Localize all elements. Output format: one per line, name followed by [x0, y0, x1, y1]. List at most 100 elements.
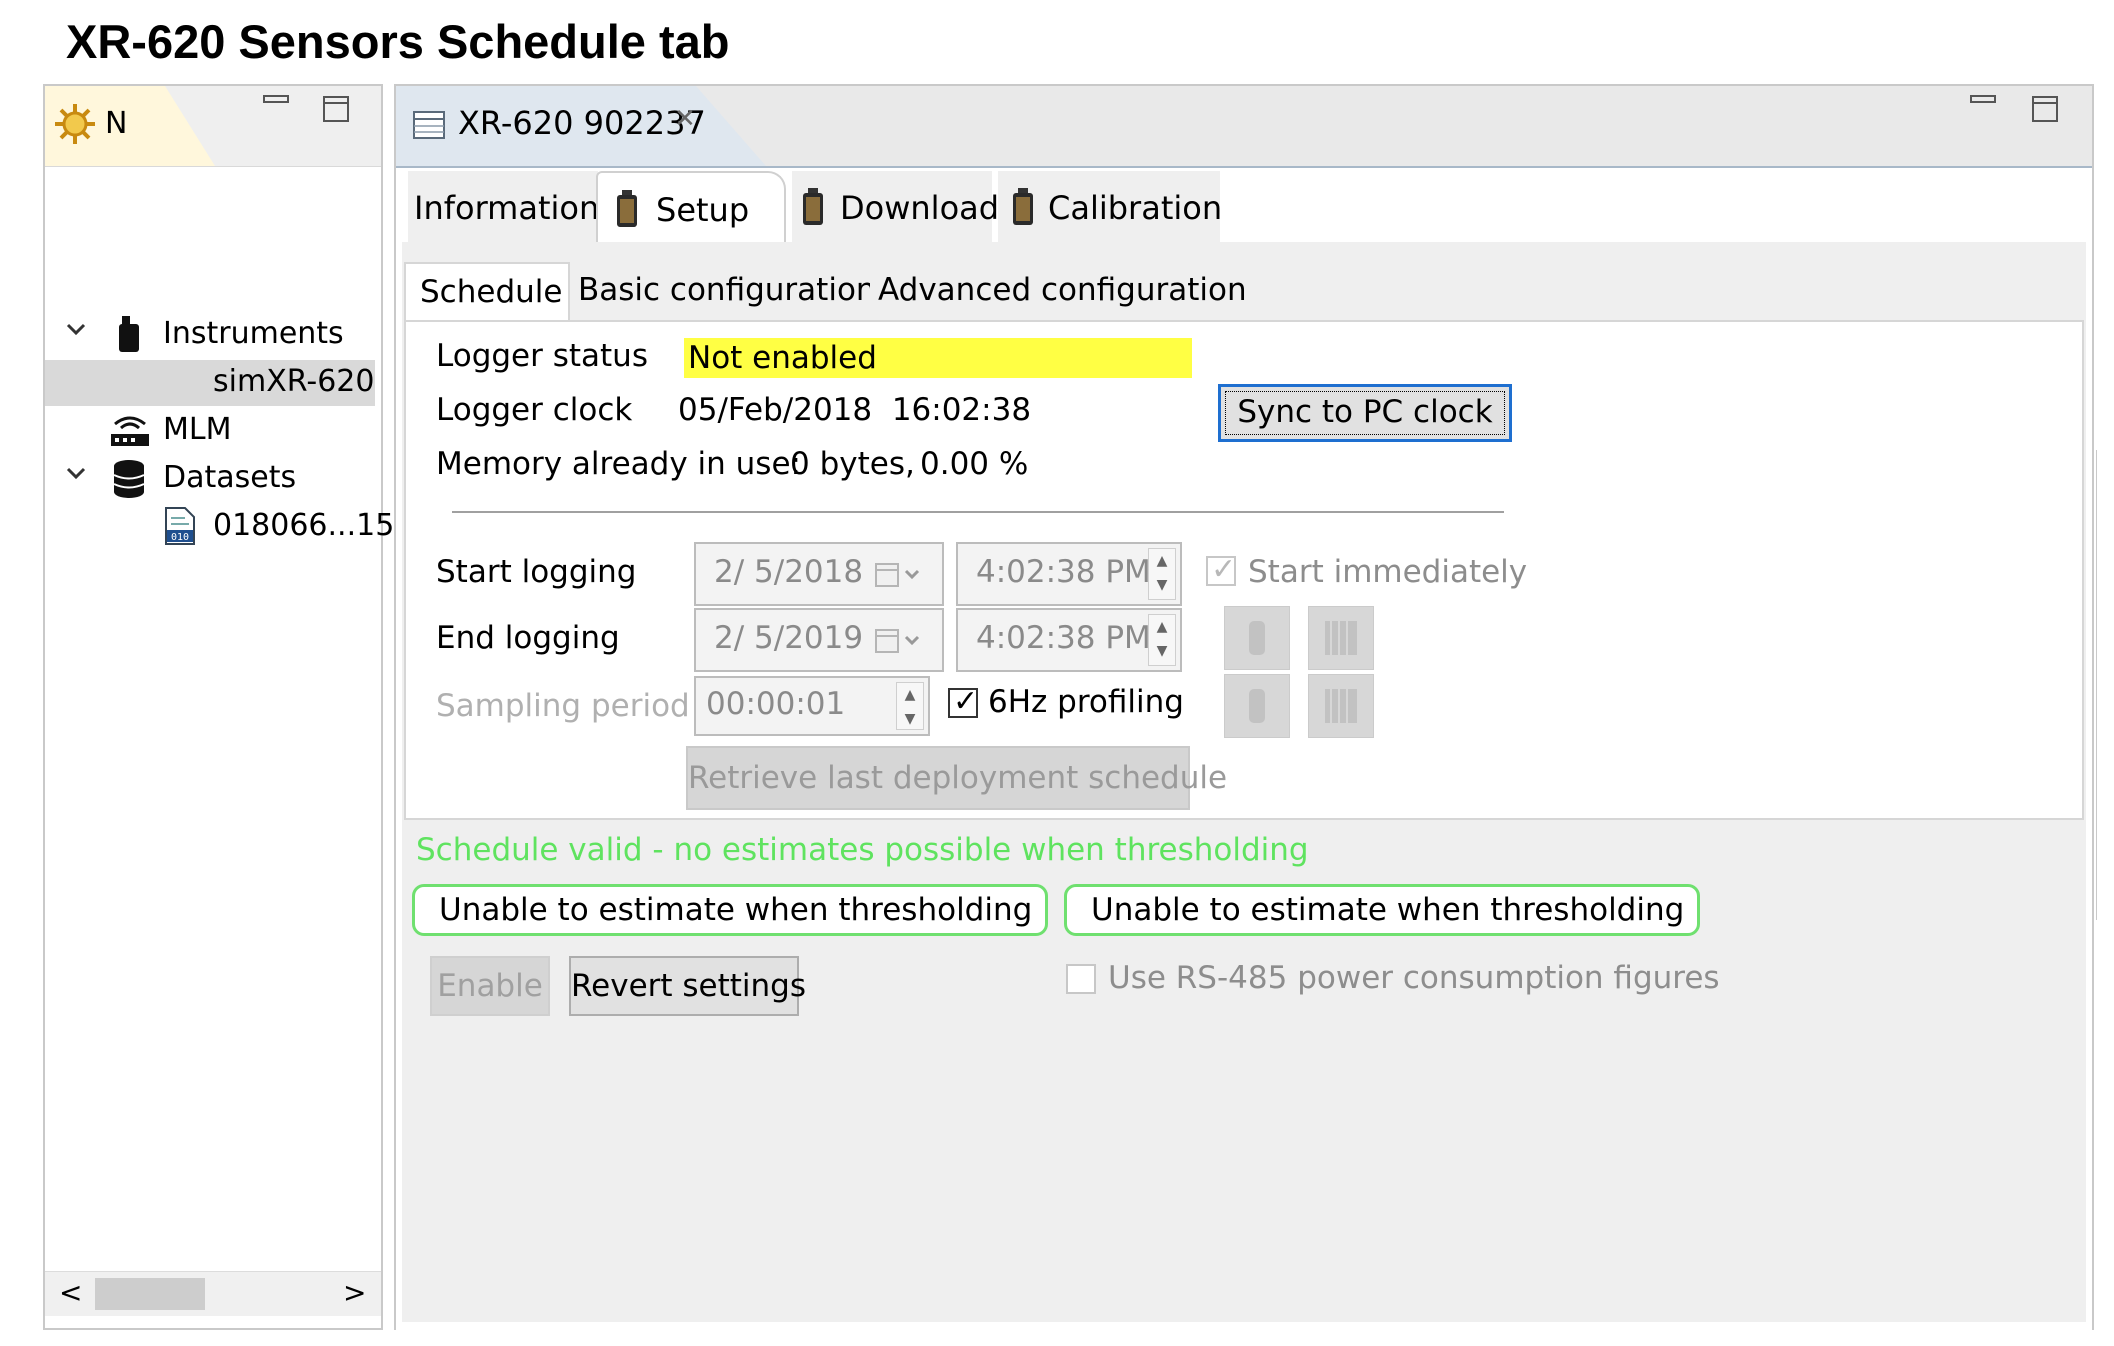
spin-arrows-icon[interactable]: ▲ ▼ [1148, 548, 1176, 600]
logger-icon [1249, 689, 1265, 723]
table-icon [412, 110, 446, 144]
navigator-header: N [45, 86, 381, 167]
end-time-spinner[interactable]: 4:02:38 PM ▲ ▼ [956, 608, 1182, 672]
tree-item-label: Datasets [163, 460, 297, 495]
chip-icon-button[interactable] [1308, 606, 1374, 670]
sampling-period-spinner[interactable]: 00:00:01 ▲ ▼ [694, 676, 930, 736]
start-time-value: 4:02:38 PM [976, 554, 1151, 590]
chip-icon [1325, 621, 1357, 655]
schedule-status-message: Schedule valid - no estimates possible w… [416, 832, 1309, 868]
memory-icon-button[interactable] [1224, 606, 1290, 670]
tree-item-mlm[interactable]: MLM [45, 408, 375, 454]
tab-label: Schedule [420, 274, 563, 310]
tab-calibration[interactable]: Calibration [998, 171, 1223, 243]
sync-to-pc-clock-button[interactable]: Sync to PC clock [1218, 384, 1512, 442]
check-icon: ✓ [1211, 552, 1237, 587]
tab-advanced-configuration[interactable]: Advanced configuration [870, 262, 1247, 320]
start-date-value: 2/ 5/2018 [714, 554, 864, 590]
navigator-sun-icon [53, 102, 97, 150]
memory-label: Memory already in use: [436, 446, 801, 482]
tree-item-label: 018066...154 [213, 508, 414, 543]
memory-bytes: 0 bytes, [790, 446, 915, 482]
network-icon [107, 410, 153, 458]
chevron-down-icon[interactable] [63, 316, 89, 349]
battery-icon [1010, 187, 1036, 235]
memory-icon-button[interactable] [1224, 674, 1290, 738]
chip-icon [1325, 689, 1357, 723]
database-icon [111, 458, 147, 506]
sampling-period-label: Sampling period [436, 688, 690, 724]
logger-clock-value: 05/Feb/2018 16:02:38 [678, 392, 1032, 428]
end-logging-label: End logging [436, 620, 620, 656]
start-logging-label: Start logging [436, 554, 637, 590]
tree-item-dataset-file[interactable]: 010 018066...154 [45, 504, 413, 550]
page-title: XR-620 Sensors Schedule tab [66, 15, 730, 68]
retrieve-last-deployment-schedule-button[interactable]: Retrieve last deployment schedule [686, 746, 1227, 810]
horizontal-scrollbar[interactable]: < > [45, 1271, 381, 1316]
check-icon: ✓ [953, 684, 979, 719]
scrollbar-thumb[interactable] [95, 1278, 205, 1310]
calendar-icon[interactable] [874, 560, 924, 598]
close-icon[interactable]: ✕ [674, 104, 696, 134]
navigator-view: N Instruments simXR-620 MLM Datasets 010… [43, 84, 413, 1330]
tab-basic-configuration[interactable]: Basic configuration [572, 262, 876, 320]
end-date-value: 2/ 5/2019 [714, 620, 864, 656]
chevron-down-icon[interactable] [63, 460, 89, 493]
rs485-checkbox[interactable] [1066, 964, 1096, 994]
tree-item-label: simXR-620 [213, 364, 375, 399]
estimate-box-2: Unable to estimate when thresholding [1064, 884, 1700, 936]
tree-item-instruments[interactable]: Instruments [45, 312, 375, 358]
start-time-spinner[interactable]: 4:02:38 PM ▲ ▼ [956, 542, 1182, 606]
battery-icon [800, 187, 826, 235]
maximize-icon[interactable] [321, 94, 351, 131]
scroll-right-icon[interactable]: > [343, 1276, 366, 1309]
battery-icon [614, 189, 640, 237]
vertical-scrollbar[interactable] [2096, 450, 2107, 920]
tree-item-label: Instruments [163, 316, 344, 351]
tree-item-label: MLM [163, 412, 232, 447]
profiling-checkbox[interactable]: ✓ [948, 684, 978, 719]
separator [452, 511, 1504, 513]
sampling-period-value: 00:00:01 [706, 686, 846, 722]
maximize-icon[interactable] [2030, 94, 2060, 131]
scroll-left-icon[interactable]: < [59, 1276, 82, 1309]
estimate-box-1: Unable to estimate when thresholding [412, 884, 1048, 936]
editor-tab-bar: XR-620 902237 ✕ [396, 86, 2092, 166]
tab-label: Setup [656, 191, 750, 229]
tab-label: Advanced configuration [878, 272, 1247, 308]
tab-label: Information [414, 189, 600, 227]
editor-tab-label: XR-620 902237 [458, 104, 706, 142]
spin-arrows-icon[interactable]: ▲ ▼ [1148, 614, 1176, 666]
chip-icon-button[interactable] [1308, 674, 1374, 738]
start-immediately-checkbox[interactable]: ✓ [1206, 552, 1236, 587]
logger-clock-label: Logger clock [436, 392, 633, 428]
navigator-tab-label: N [105, 106, 128, 141]
end-date-picker[interactable]: 2/ 5/2019 [694, 608, 944, 672]
profiling-label: 6Hz profiling [988, 684, 1184, 720]
enable-button[interactable]: Enable [430, 956, 550, 1016]
tab-download[interactable]: Download [792, 171, 999, 243]
svg-text:010: 010 [171, 532, 189, 543]
binary-file-icon: 010 [163, 506, 197, 554]
tab-schedule[interactable]: Schedule [404, 262, 570, 320]
tree-item-simxr-620[interactable]: simXR-620 [45, 360, 375, 406]
spin-arrows-icon[interactable]: ▲ ▼ [896, 682, 924, 730]
end-time-value: 4:02:38 PM [976, 620, 1151, 656]
rs485-label: Use RS-485 power consumption figures [1108, 960, 1720, 996]
memory-percent: 0.00 % [920, 446, 1029, 482]
tree-item-datasets[interactable]: Datasets [45, 456, 375, 502]
tab-information[interactable]: Information [408, 171, 600, 243]
start-immediately-label: Start immediately [1248, 554, 1528, 590]
calendar-icon[interactable] [874, 626, 924, 664]
tab-setup[interactable]: Setup [596, 171, 786, 243]
start-date-picker[interactable]: 2/ 5/2018 [694, 542, 944, 606]
logger-icon [115, 314, 143, 362]
minimize-icon[interactable] [261, 88, 291, 125]
logger-icon [1249, 621, 1265, 655]
navigator-tree: Instruments simXR-620 MLM Datasets 010 0… [45, 166, 413, 1246]
minimize-icon[interactable] [1968, 88, 1998, 125]
tab-label: Download [840, 189, 1000, 227]
revert-settings-button[interactable]: Revert settings [569, 956, 806, 1016]
focus-ring [1225, 391, 1505, 435]
tab-label: Calibration [1048, 189, 1223, 227]
